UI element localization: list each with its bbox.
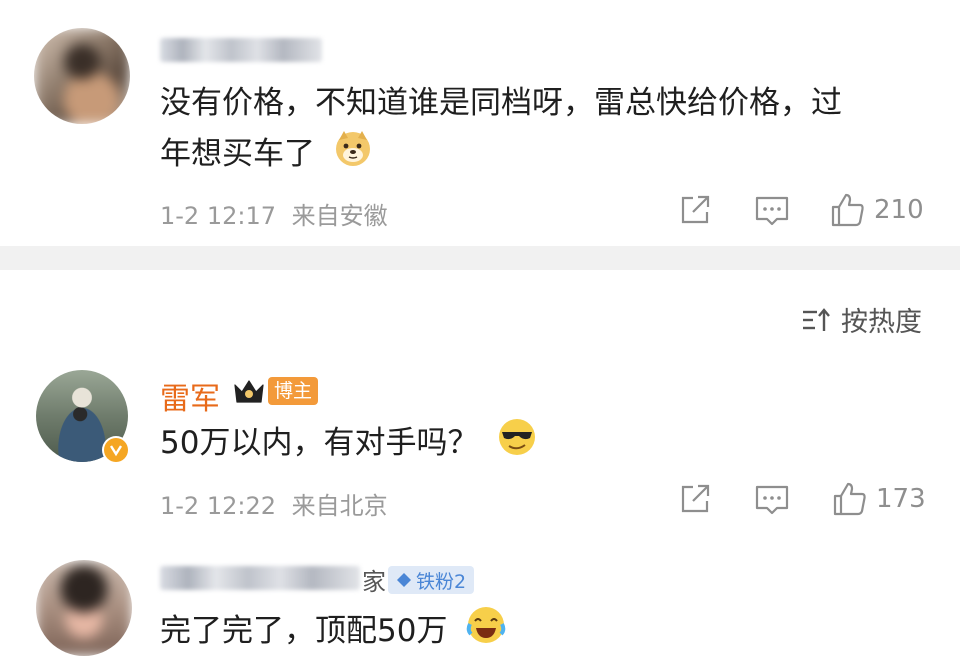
- username-blurred[interactable]: [160, 566, 360, 590]
- thumbs-up-icon: [833, 482, 866, 516]
- username-blurred[interactable]: [160, 38, 322, 62]
- comment-feed: 没有价格，不知道谁是同档呀，雷总快给价格，过 年想买车了 1-2 12:17 来…: [0, 0, 960, 657]
- crown-icon: [234, 380, 264, 403]
- comment-meta: 1-2 12:17 来自安徽: [160, 196, 388, 231]
- sort-icon: [803, 307, 830, 331]
- avatar[interactable]: [36, 560, 132, 656]
- username[interactable]: 雷军: [160, 374, 220, 418]
- like-button[interactable]: 173: [832, 481, 926, 517]
- comment-text: 50万以内，有对手吗？: [160, 416, 538, 473]
- comment-text-line1: 没有价格，不知道谁是同档呀，雷总快给价格，过: [160, 85, 842, 121]
- thumbs-up-icon: [831, 193, 864, 227]
- comment-text-line2: 年想买车了: [160, 136, 315, 172]
- comment-text: 完了完了，顶配50万: [160, 604, 507, 657]
- username-suffix: 家: [362, 568, 386, 596]
- doge-emoji-icon: [333, 128, 373, 183]
- sunglasses-emoji-icon: [496, 416, 538, 473]
- blogger-badge: 博主: [232, 376, 319, 406]
- comment-location: 来自安徽: [291, 202, 388, 230]
- comment-time: 1-2 12:17: [160, 202, 276, 230]
- sort-label: 按热度: [841, 307, 922, 338]
- comment-item: 雷军 博主 50万以内，有对手吗？ 1-2 12:22 来自北京 173: [0, 360, 960, 540]
- blogger-badge-label: 博主: [268, 377, 319, 405]
- section-divider: [0, 246, 960, 270]
- reply-button[interactable]: [754, 194, 790, 228]
- reply-button[interactable]: [754, 483, 790, 517]
- share-icon: [681, 195, 710, 224]
- comment-time: 1-2 12:22: [160, 492, 276, 520]
- laughing-crying-emoji-icon: [465, 604, 507, 657]
- comment-meta: 1-2 12:22 来自北京: [160, 486, 388, 521]
- comment-text: 没有价格，不知道谁是同档呀，雷总快给价格，过: [160, 78, 842, 128]
- share-button[interactable]: [678, 193, 712, 227]
- comment-icon: [755, 196, 789, 226]
- comment-item: 家 铁粉2 完了完了，顶配50万: [0, 550, 960, 657]
- share-button[interactable]: [678, 482, 712, 516]
- avatar[interactable]: [34, 28, 130, 124]
- comment-location: 来自北京: [291, 492, 388, 520]
- comment-item: 没有价格，不知道谁是同档呀，雷总快给价格，过 年想买车了 1-2 12:17 来…: [0, 0, 960, 246]
- sort-by-hot-button[interactable]: 按热度: [801, 300, 922, 339]
- comment-icon: [755, 485, 789, 515]
- diamond-icon: [397, 573, 411, 587]
- like-button[interactable]: 210: [830, 192, 924, 228]
- share-icon: [681, 484, 710, 513]
- like-count: 173: [876, 484, 926, 514]
- comment-text-body: 完了完了，顶配50万: [160, 613, 448, 649]
- comment-text: 年想买车了: [160, 128, 373, 183]
- verified-badge: [102, 436, 130, 464]
- like-count: 210: [874, 195, 924, 225]
- fan-badge-label: 铁粉2: [416, 570, 467, 593]
- comment-text-body: 50万以内，有对手吗？: [160, 425, 479, 461]
- fan-badge: 铁粉2: [388, 566, 475, 594]
